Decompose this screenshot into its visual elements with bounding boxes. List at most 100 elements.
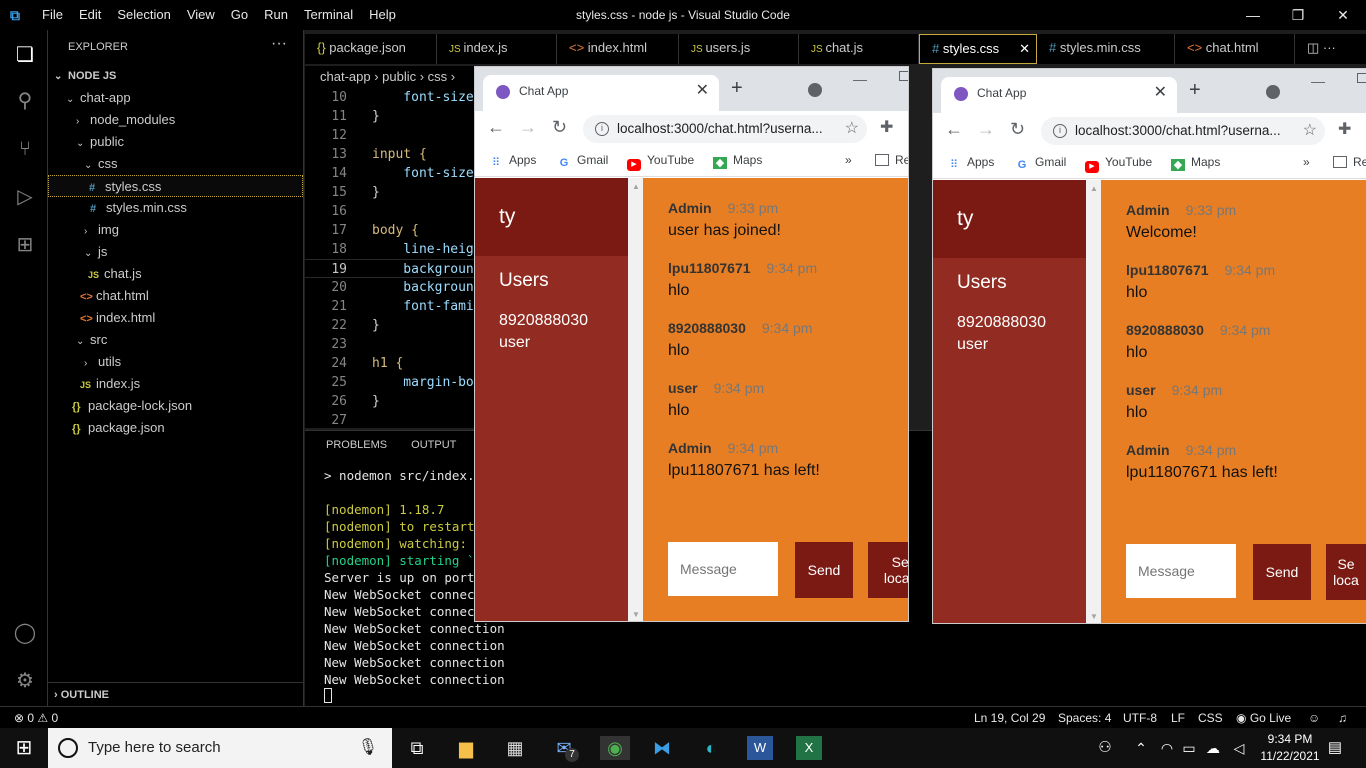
tree-item-src[interactable]: ⌄ src xyxy=(48,329,303,351)
volume-icon[interactable]: ◁ xyxy=(1226,736,1252,760)
tree-item-index-js[interactable]: JS index.js xyxy=(48,373,303,395)
menu-help[interactable]: Help xyxy=(361,0,404,30)
tree-item-package-lock-json[interactable]: {} package-lock.json xyxy=(48,395,303,417)
battery-icon[interactable]: ▭ xyxy=(1176,736,1202,760)
tab-styles-css[interactable]: # styles.css ✕ xyxy=(919,34,1037,64)
account-icon[interactable]: ◯ xyxy=(12,620,38,646)
message-input[interactable] xyxy=(668,542,778,596)
sidebar-scrollbar[interactable]: ▲ ▼ xyxy=(1086,180,1101,623)
browser-tab[interactable]: Chat App ✕ xyxy=(483,75,719,111)
scroll-up-icon[interactable]: ▲ xyxy=(632,182,640,191)
more-bookmarks-icon[interactable]: » xyxy=(845,153,852,167)
bookmark-maps[interactable]: ◆ Maps xyxy=(1171,155,1220,171)
menu-go[interactable]: Go xyxy=(223,0,256,30)
settings-gear-icon[interactable]: ⚙ xyxy=(12,668,38,694)
indentation[interactable]: Spaces: 4 xyxy=(1058,707,1111,729)
send-button[interactable]: Send xyxy=(795,542,853,598)
cursor-position[interactable]: Ln 19, Col 29 xyxy=(974,707,1045,729)
minimize-icon[interactable]: — xyxy=(1311,73,1325,89)
tab-styles-min-css[interactable]: # styles.min.css xyxy=(1037,34,1175,64)
tree-item-chat-js[interactable]: JS chat.js xyxy=(48,263,303,285)
run-debug-icon[interactable]: ▷ xyxy=(12,184,38,210)
send-location-button[interactable]: Se loca xyxy=(1326,544,1366,600)
tab-output[interactable]: OUTPUT xyxy=(411,439,456,451)
reading-list[interactable]: Re xyxy=(1333,155,1366,169)
bookmark-gmail[interactable]: G Gmail xyxy=(1015,155,1067,171)
problems-status[interactable]: ⊗ 0 ⚠ 0 xyxy=(14,707,58,729)
menu-edit[interactable]: Edit xyxy=(71,0,109,30)
bookmark-star-icon[interactable]: ☆ xyxy=(1303,117,1317,145)
new-tab-icon[interactable]: + xyxy=(731,77,743,100)
end-of-line[interactable]: LF xyxy=(1171,707,1185,729)
code-editor[interactable]: 10 font-size 11} 12 13 input { 14 font-si… xyxy=(305,88,475,428)
maximize-icon[interactable] xyxy=(899,71,908,81)
tree-root[interactable]: ⌄ NODE JS xyxy=(48,65,303,87)
tree-item-js[interactable]: ⌄ js xyxy=(48,241,303,263)
edge-icon[interactable]: ◐ xyxy=(698,736,724,760)
tab-problems[interactable]: PROBLEMS xyxy=(326,439,387,451)
task-view-icon[interactable]: ⧉ xyxy=(404,736,430,760)
back-icon[interactable]: ← xyxy=(487,117,505,138)
feedback-icon[interactable]: ☺ xyxy=(1308,707,1320,729)
chrome-icon[interactable]: ◉ xyxy=(600,736,630,760)
menu-terminal[interactable]: Terminal xyxy=(296,0,361,30)
extensions-icon[interactable]: ✚ xyxy=(1338,119,1351,139)
tab-chat-js[interactable]: JS chat.js xyxy=(799,34,919,64)
system-clock[interactable]: 9:34 PM 11/22/2021 xyxy=(1260,731,1320,765)
reload-icon[interactable]: ↻ xyxy=(1010,119,1025,140)
source-control-icon[interactable]: ⑂ xyxy=(12,136,38,162)
tab-search-icon[interactable] xyxy=(808,83,822,97)
close-tab-icon[interactable]: ✕ xyxy=(696,75,709,107)
tab-package-json[interactable]: {} package.json xyxy=(305,34,437,64)
tree-item-styles-min-css[interactable]: # styles.min.css xyxy=(48,197,303,219)
tab-index-html[interactable]: <> index.html xyxy=(557,34,679,64)
close-tab-icon[interactable]: ✕ xyxy=(1019,35,1030,63)
address-bar[interactable]: i localhost:3000/chat.html?userna... ☆ xyxy=(583,115,867,143)
maximize-icon[interactable] xyxy=(1357,73,1366,83)
outline-section[interactable]: › OUTLINE xyxy=(48,682,303,706)
tree-item-chat-app[interactable]: ⌄ chat-app xyxy=(48,87,303,109)
people-icon[interactable]: ⚇ xyxy=(1092,736,1118,760)
mail-icon[interactable]: ✉ 7 xyxy=(551,736,579,762)
menu-selection[interactable]: Selection xyxy=(109,0,178,30)
tree-item-chat-html[interactable]: <> chat.html xyxy=(48,285,303,307)
tree-item-package-json[interactable]: {} package.json xyxy=(48,417,303,439)
minimize-icon[interactable]: — xyxy=(1230,0,1276,30)
more-actions-icon[interactable]: ··· xyxy=(271,35,287,53)
tree-item-styles-css[interactable]: # styles.css xyxy=(48,175,303,197)
search-icon[interactable]: ⚲ xyxy=(12,88,38,114)
reload-icon[interactable]: ↻ xyxy=(552,117,567,138)
action-center-icon[interactable]: ▤ xyxy=(1322,736,1348,760)
bookmark-youtube[interactable]: ▶ YouTube xyxy=(1085,155,1152,173)
address-bar[interactable]: i localhost:3000/chat.html?userna... ☆ xyxy=(1041,117,1325,145)
tree-item-img[interactable]: › img xyxy=(48,219,303,241)
notifications-icon[interactable]: ♫ xyxy=(1338,707,1347,729)
close-tab-icon[interactable]: ✕ xyxy=(1154,77,1167,109)
tree-item-index-html[interactable]: <> index.html xyxy=(48,307,303,329)
tree-item-utils[interactable]: › utils xyxy=(48,351,303,373)
bookmark-apps[interactable]: ⠿ Apps xyxy=(489,153,536,169)
tab-chat-html[interactable]: <> chat.html xyxy=(1175,34,1295,64)
scroll-down-icon[interactable]: ▼ xyxy=(1090,612,1098,621)
file-explorer-icon[interactable]: ▆ xyxy=(453,736,479,760)
tree-item-public[interactable]: ⌄ public xyxy=(48,131,303,153)
tab-users-js[interactable]: JS users.js xyxy=(679,34,799,64)
microphone-icon[interactable]: 🎙 xyxy=(358,728,378,768)
language-mode[interactable]: CSS xyxy=(1198,707,1223,729)
close-icon[interactable]: ✕ xyxy=(1320,0,1366,30)
excel-icon[interactable]: X xyxy=(796,736,822,760)
encoding[interactable]: UTF-8 xyxy=(1123,707,1157,729)
windows-start-icon[interactable]: ⊞ xyxy=(11,736,37,760)
extensions-icon[interactable]: ⊞ xyxy=(12,232,38,258)
vscode-icon[interactable]: ⧓ xyxy=(649,736,675,760)
taskbar-search[interactable]: Type here to search 🎙 xyxy=(48,728,392,768)
bookmark-gmail[interactable]: G Gmail xyxy=(557,153,609,169)
word-icon[interactable]: W xyxy=(747,736,773,760)
sidebar-scrollbar[interactable]: ▲ ▼ xyxy=(628,178,643,621)
tree-item-css[interactable]: ⌄ css xyxy=(48,153,303,175)
browser-tab[interactable]: Chat App ✕ xyxy=(941,77,1177,113)
restore-icon[interactable]: ❐ xyxy=(1275,0,1321,30)
menu-run[interactable]: Run xyxy=(256,0,296,30)
bookmark-maps[interactable]: ◆ Maps xyxy=(713,153,762,169)
breadcrumb[interactable]: chat-app › public › css › xyxy=(305,66,475,88)
